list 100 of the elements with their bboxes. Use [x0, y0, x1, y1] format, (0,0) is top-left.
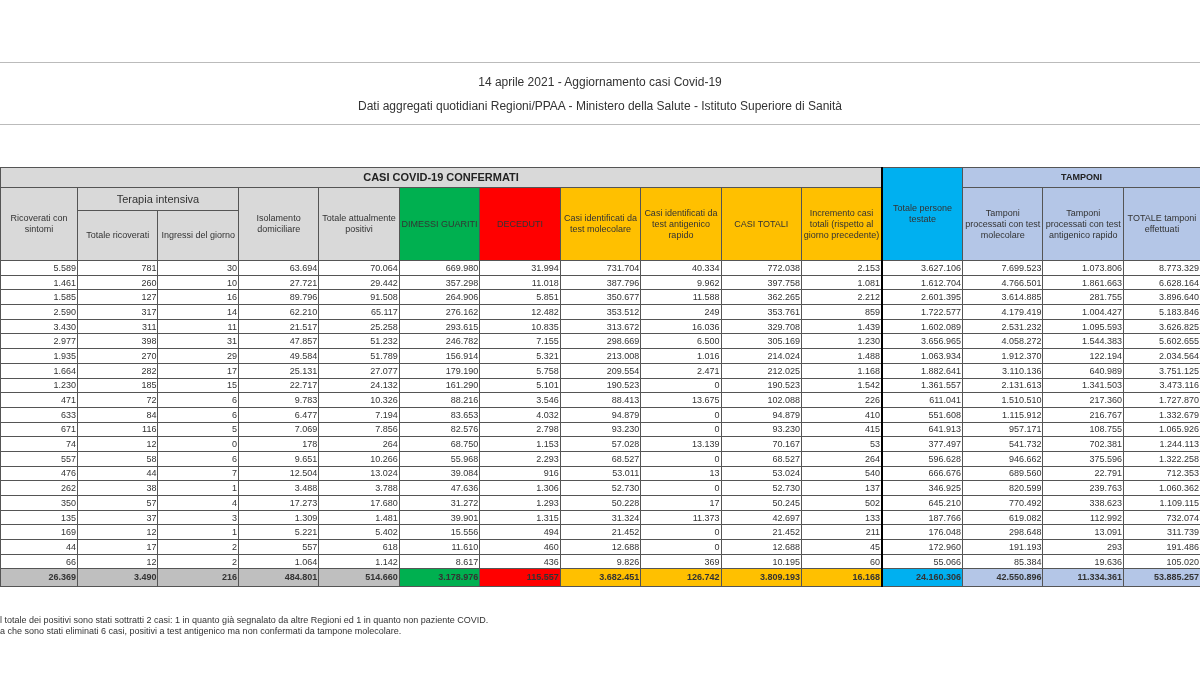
table-cell: 42.697 [721, 510, 802, 525]
table-cell: 1.315 [479, 510, 561, 525]
table-cell: 1.585 [0, 289, 78, 305]
table-cell: 7.069 [238, 422, 319, 437]
table-cell: 15 [157, 378, 239, 393]
table-cell: 12 [77, 524, 158, 540]
table-cell: 5.101 [479, 378, 561, 393]
table-cell: 0 [640, 524, 722, 540]
table-cell: 214.024 [721, 348, 802, 364]
table-cell: 190.523 [721, 378, 802, 393]
table-cell: 3.627.106 [882, 260, 963, 276]
table-cell: 39.901 [399, 510, 480, 525]
column-header: Ingressi del giorno [157, 210, 239, 261]
table-cell: 1.063.934 [882, 348, 963, 364]
table-cell: 38 [77, 480, 158, 496]
column-header: Incremento casi totali (rispetto al giorno precedente) [801, 187, 883, 261]
table-cell: 15.556 [399, 524, 480, 540]
table-cell: 1.361.557 [882, 378, 963, 393]
table-cell: 82.576 [399, 422, 480, 437]
table-cell: 3.488 [238, 480, 319, 496]
table-cell: 4 [157, 495, 239, 511]
table-cell: 1.073.806 [1043, 260, 1124, 276]
table-cell: 12.482 [479, 304, 561, 320]
table-cell: 353.761 [721, 304, 802, 320]
table-cell: 1.142 [318, 554, 400, 569]
table-cell: 5.589 [0, 260, 78, 276]
table-cell: 346.925 [882, 480, 963, 496]
table-cell: 51.789 [318, 348, 400, 364]
table-cell: 72 [77, 392, 158, 408]
table-cell: 24.132 [318, 378, 400, 393]
table-cell: 68.527 [721, 451, 802, 467]
table-cell: 298.669 [560, 333, 641, 349]
table-cell: 957.171 [962, 422, 1043, 437]
report-subtitle: Dati aggregati quotidiani Regioni/PPAA - Ministero della Salute - Istituto Superiore di Sanità [357, 98, 843, 113]
table-cell: 7.856 [318, 422, 400, 437]
table-cell: 53.011 [560, 466, 641, 481]
table-cell: 47.857 [238, 333, 319, 349]
table-cell: 0 [157, 436, 239, 452]
table-cell: 2 [157, 554, 239, 569]
table-cell: 317 [77, 304, 158, 320]
table-cell: 375.596 [1043, 451, 1124, 467]
footnote: l totale dei positivi sono stati sottratti 2 casi: 1 in quanto già segnalato da altre Regioni ed 1 in quanto non paziente COVID. [0, 615, 490, 627]
table-cell: 281.755 [1043, 289, 1124, 305]
table-cell: 10.195 [721, 554, 802, 569]
table-cell: 1.309 [238, 510, 319, 525]
table-cell: 29 [157, 348, 239, 364]
table-cell: 11 [157, 319, 239, 334]
table-cell: 262 [0, 480, 78, 496]
table-cell: 10.835 [479, 319, 561, 334]
table-cell: 641.913 [882, 422, 963, 437]
table-cell: 209.554 [560, 363, 641, 378]
table-cell: 16 [157, 289, 239, 305]
table-cell: 640.989 [1043, 363, 1124, 378]
table-cell: 1 [157, 480, 239, 496]
table-cell: 298.648 [962, 524, 1043, 540]
table-cell: 65.117 [318, 304, 400, 320]
table-cell: 1.153 [479, 436, 561, 452]
table-cell: 74 [0, 436, 78, 452]
table-cell: 260 [77, 275, 158, 290]
table-cell: 3.546 [479, 392, 561, 408]
table-cell: 353.512 [560, 304, 641, 320]
table-cell: 6 [157, 407, 239, 423]
table-cell: 112.992 [1043, 510, 1124, 525]
table-cell: 1.016 [640, 348, 722, 364]
table-cell: 190.523 [560, 378, 641, 393]
table-cell: 216.767 [1043, 407, 1124, 423]
table-cell: 44 [0, 539, 78, 555]
table-cell: 9.651 [238, 451, 319, 467]
table-cell: 1.544.383 [1043, 333, 1124, 349]
table-cell: 89.796 [238, 289, 319, 305]
table-cell: 21.452 [721, 524, 802, 540]
table-cell: 37 [77, 510, 158, 525]
table-cell: 264 [318, 436, 400, 452]
table-cell: 2.590 [0, 304, 78, 320]
table-cell: 85.384 [962, 554, 1043, 569]
table-cell: 25.258 [318, 319, 400, 334]
table-cell: 57 [77, 495, 158, 511]
table-cell: 68.750 [399, 436, 480, 452]
table-cell: 2.798 [479, 422, 561, 437]
table-cell: 1.293 [479, 495, 561, 511]
table-cell: 58 [77, 451, 158, 467]
table-cell: 633 [0, 407, 78, 423]
table-cell: 4.179.419 [962, 304, 1043, 320]
column-header: Casi identificati da test molecolare [560, 187, 641, 261]
table-cell: 781 [77, 260, 158, 276]
table-cell: 0 [640, 480, 722, 496]
table-cell: 460 [479, 539, 561, 555]
table-cell: 31.272 [399, 495, 480, 511]
table-cell: 9.783 [238, 392, 319, 408]
table-cell: 1.722.577 [882, 304, 963, 320]
column-header: Tamponi processati con test molecolare [962, 187, 1043, 261]
table-cell: 84 [77, 407, 158, 423]
table-cell: 557 [0, 451, 78, 467]
table-cell: 88.413 [560, 392, 641, 408]
table-cell: 350 [0, 495, 78, 511]
table-cell: 91.508 [318, 289, 400, 305]
table-cell: 1.861.663 [1043, 275, 1124, 290]
table-cell: 2.471 [640, 363, 722, 378]
table-cell: 2.977 [0, 333, 78, 349]
table-cell: 1.461 [0, 275, 78, 290]
